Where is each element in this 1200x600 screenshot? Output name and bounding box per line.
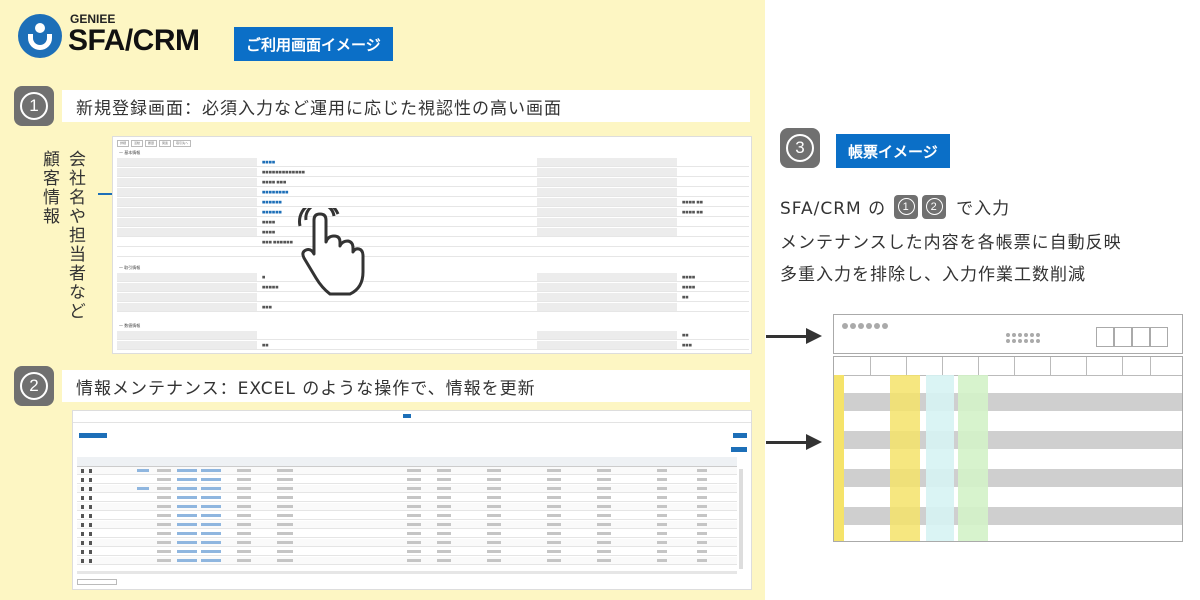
- side-label-col1: 会社名や担当者など: [65, 150, 85, 321]
- maintenance-grid-image: [72, 410, 752, 590]
- right-text-line3: 多重入力を排除し、入力作業工数削減: [780, 265, 1086, 285]
- step3-badge: 3: [780, 128, 820, 168]
- step1-title: 新規登録画面：必須入力など運用に応じた視認性の高い画面: [62, 90, 750, 122]
- arrow-right-icon: [766, 432, 822, 452]
- right-text-line1: SFA/CRM の 1 2 で入力: [780, 194, 1010, 219]
- badge-1-icon: 1: [894, 194, 919, 219]
- report-table-image: [833, 356, 1183, 542]
- step2-title: 情報メンテナンス：EXCEL のような操作で、情報を更新: [62, 370, 750, 402]
- usage-tag: ご利用画面イメージ: [234, 27, 393, 61]
- registration-screen-image: 詳細 活動 履歴 関連 取引先へ — 基本情報 ■■■■ ■■■■■■■■■■■■■ ■…: [112, 136, 752, 354]
- logo-mark-icon: [18, 14, 62, 58]
- logo-main: SFA/CRM: [68, 24, 200, 57]
- side-label-col2: 顧客情報: [39, 150, 59, 226]
- badge-2-icon: 2: [922, 194, 947, 219]
- step1-badge: 1: [14, 86, 54, 126]
- report-header-image: [833, 314, 1183, 354]
- brand-logo: GENIEE SFA/CRM: [14, 10, 214, 66]
- arrow-right-icon: [766, 326, 822, 346]
- hand-pointer-icon: [298, 208, 365, 296]
- right-text-line2: メンテナンスした内容を各帳票に自動反映: [780, 233, 1122, 253]
- step2-badge: 2: [14, 366, 54, 406]
- report-tag: 帳票イメージ: [836, 134, 950, 168]
